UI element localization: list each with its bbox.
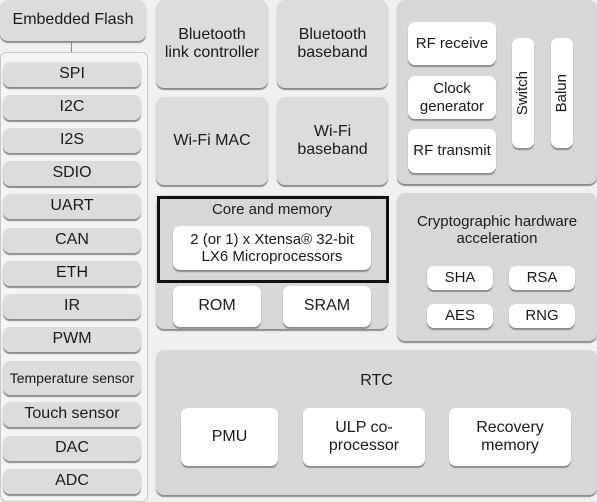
balun-block: Balun [551,38,573,148]
recovery-memory-block: Recovery memory [449,408,571,466]
recovery-memory-label: Recovery memory [476,418,544,454]
peripheral-label: Temperature sensor [9,369,135,386]
aes-block: AES [427,304,493,328]
peripheral-label: ADC [55,472,89,490]
peripheral-label: IR [64,297,80,315]
peripheral-item: Temperature sensor [3,361,141,395]
peripheral-item: I2S [3,128,141,153]
balun-label: Balun [553,73,571,113]
sram-label: SRAM [303,297,351,315]
peripheral-label: PWM [52,330,92,348]
embedded-flash-label: Embedded Flash [12,11,134,29]
clock-generator-block: Clock generator [408,76,496,119]
peripheral-item: I2C [3,95,141,120]
rsa-label: RSA [526,269,558,287]
peripheral-label: Touch sensor [24,405,120,423]
bluetooth-link-controller-block: Bluetooth link controller [156,0,268,88]
core-memory-title: Core and memory [211,201,333,218]
peripheral-item: SPI [3,62,141,87]
peripheral-item: Touch sensor [3,402,141,427]
clock-generator-label: Clock generator [419,80,485,115]
pmu-block: PMU [181,408,278,466]
rom-block: ROM [173,286,261,327]
rf-transmit-label: RF transmit [413,142,491,160]
ulp-coprocessor-block: ULP co-processor [303,408,425,466]
rng-label: RNG [525,307,559,325]
peripheral-label: I2S [59,131,84,149]
peripheral-label: UART [50,197,94,215]
sha-label: SHA [444,269,476,287]
embedded-flash-block: Embedded Flash [0,0,146,41]
wifi-mac-block: Wi-Fi MAC [156,97,268,185]
peripheral-item: ETH [3,261,141,286]
cpu-label: 2 (or 1) x Xtensa® 32-bit LX6 Microproce… [190,230,354,265]
bluetooth-baseband-block: Bluetooth baseband [277,0,388,88]
bluetooth-link-controller-label: Bluetooth link controller [164,25,260,61]
peripheral-item: CAN [3,228,141,253]
peripheral-label: DAC [55,439,89,457]
wifi-baseband-block: Wi-Fi baseband [277,97,388,185]
cpu-block: 2 (or 1) x Xtensa® 32-bit LX6 Microproce… [173,226,371,270]
switch-block: Switch [512,38,534,148]
rsa-block: RSA [509,266,575,290]
peripheral-label: SDIO [52,164,92,182]
peripheral-label: SPI [59,65,85,83]
rf-receive-block: RF receive [408,22,496,65]
peripheral-item: ADC [3,469,141,494]
rf-receive-label: RF receive [415,34,489,52]
crypto-title: Cryptographic hardware acceleration [416,213,578,247]
peripheral-item: DAC [3,436,141,461]
switch-label: Switch [514,70,532,116]
sha-block: SHA [427,266,493,290]
peripheral-label: I2C [59,98,85,116]
sram-block: SRAM [283,286,371,327]
pmu-label: PMU [211,427,248,445]
peripheral-item: SDIO [3,161,141,186]
bluetooth-baseband-label: Bluetooth baseband [297,25,368,61]
peripheral-label: ETH [56,264,88,282]
rng-block: RNG [509,304,575,328]
peripheral-item: PWM [3,327,141,352]
ulp-coprocessor-label: ULP co-processor [328,418,400,454]
wifi-mac-label: Wi-Fi MAC [173,131,251,149]
peripheral-item: IR [3,294,141,319]
aes-label: AES [444,307,475,325]
wifi-baseband-label: Wi-Fi baseband [297,122,368,158]
rom-label: ROM [198,297,236,315]
rtc-title: RTC [360,372,393,389]
peripheral-item: UART [3,194,141,219]
rf-transmit-block: RF transmit [408,129,496,173]
peripheral-label: CAN [55,231,89,249]
